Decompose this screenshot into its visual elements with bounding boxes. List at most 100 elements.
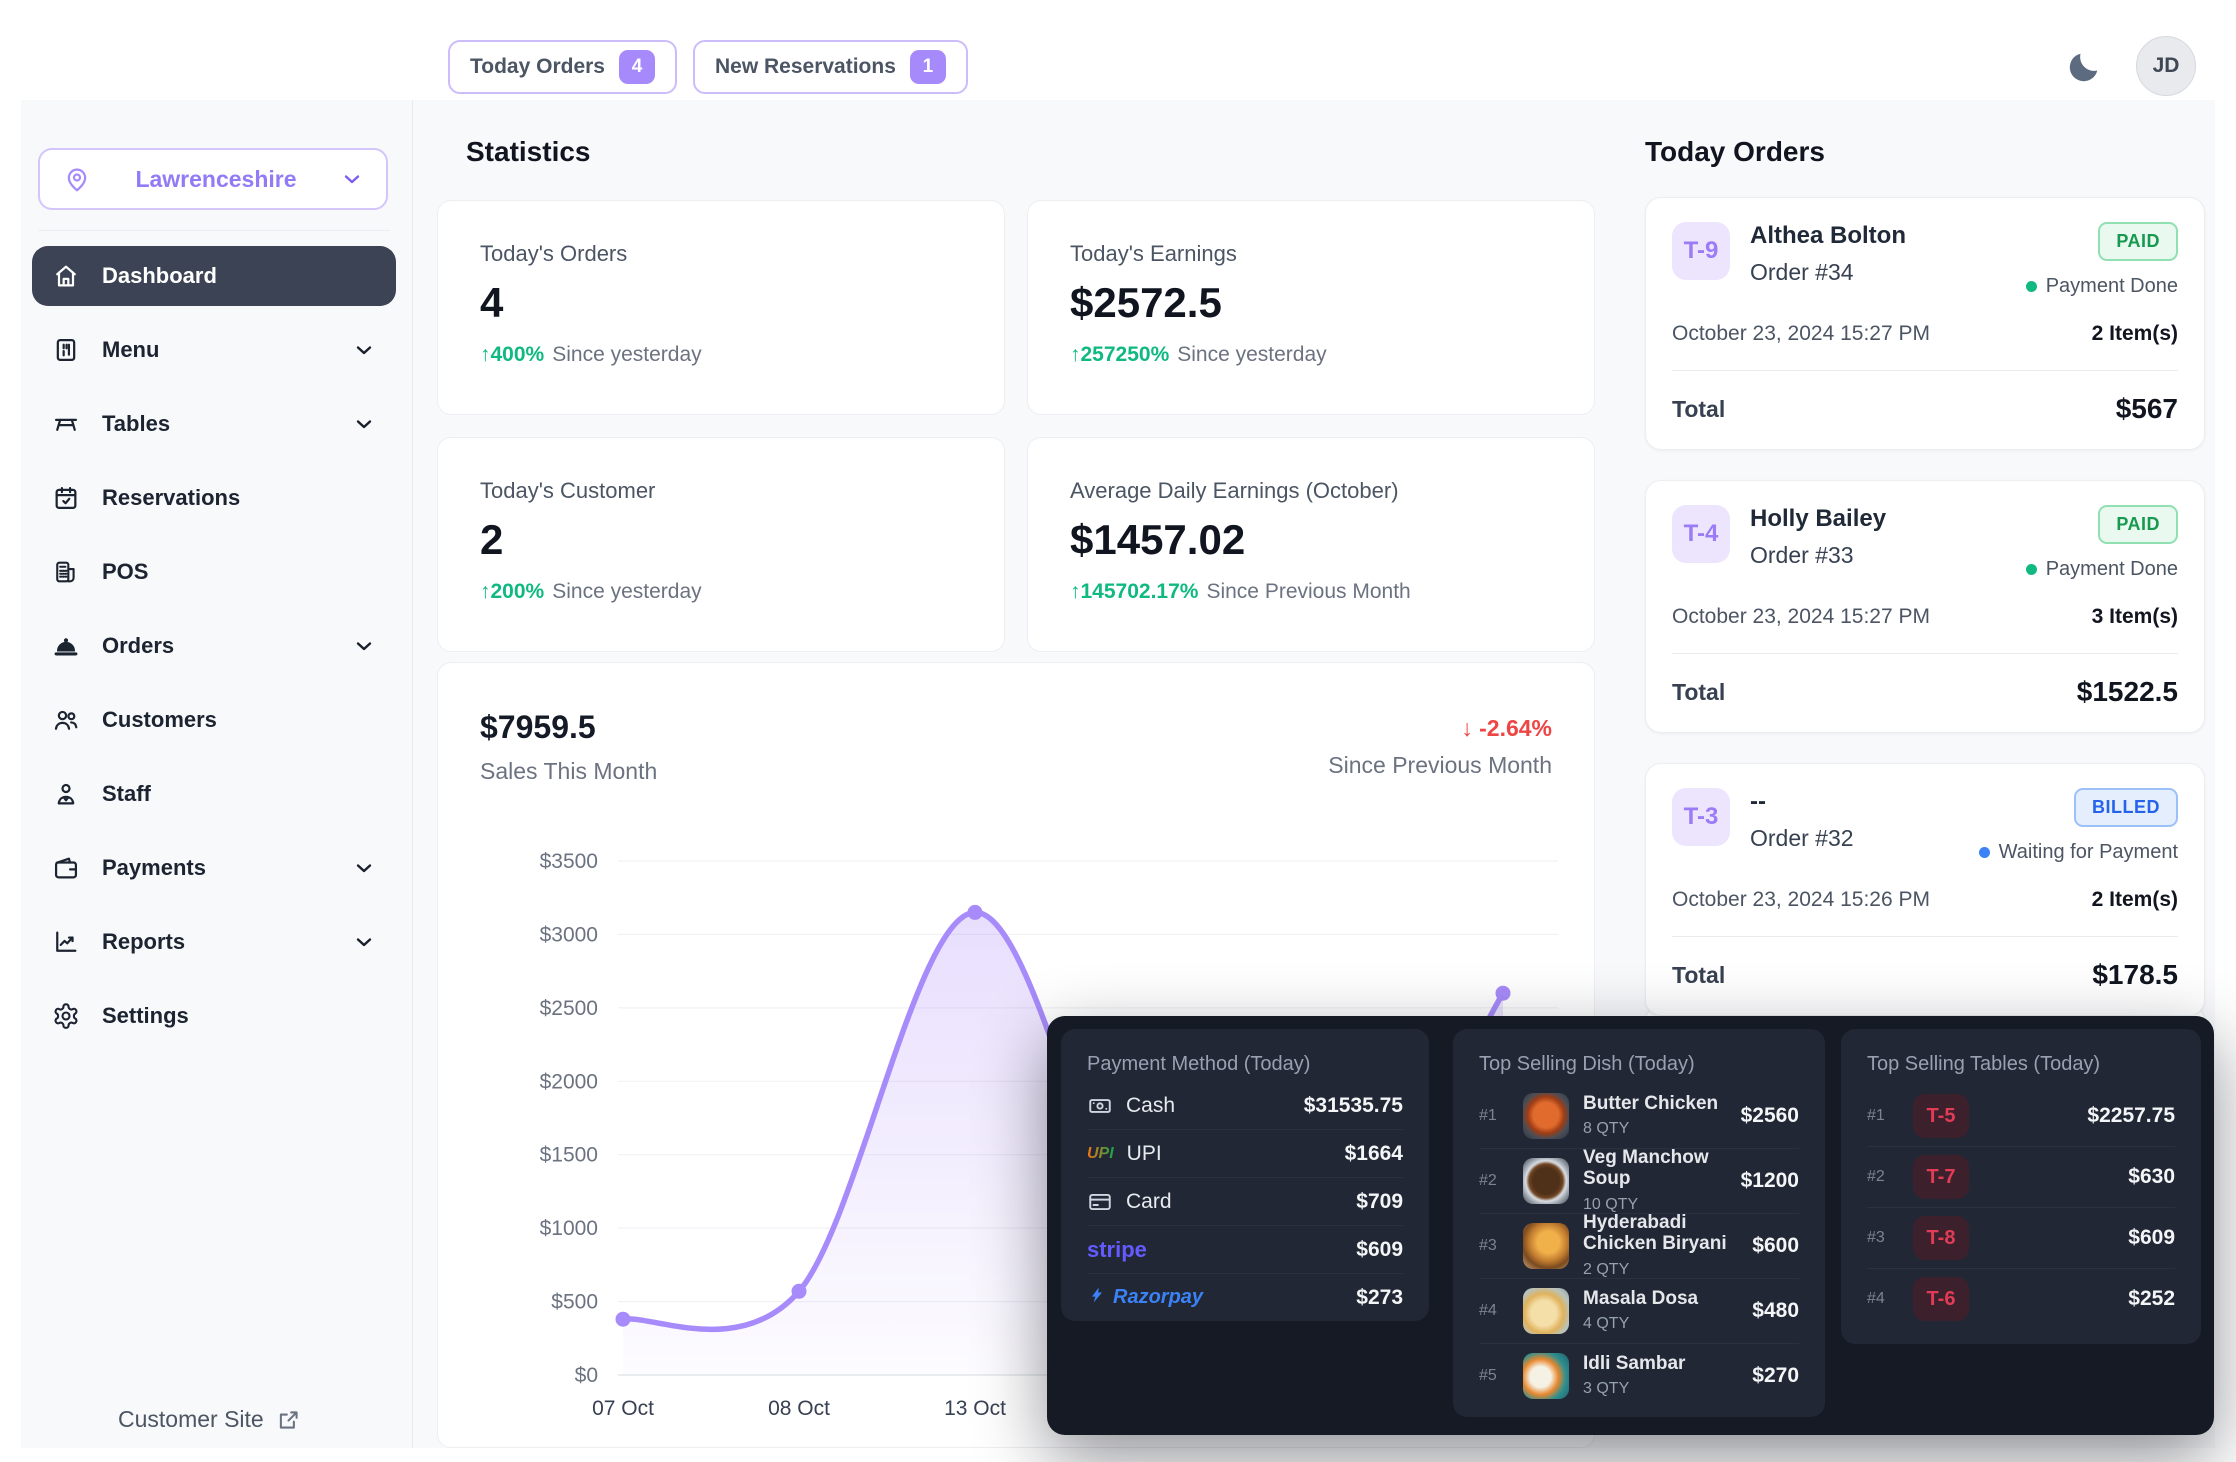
location-label: Lawrenceshire	[92, 166, 340, 193]
dish-info: Idli Sambar 3 QTY	[1583, 1354, 1685, 1399]
order-total-label: Total	[1672, 679, 1725, 706]
up-arrow-icon: ↑145702.17%	[1070, 580, 1198, 604]
dish-quantity: 8 QTY	[1583, 1120, 1718, 1138]
table-id-badge: T-8	[1913, 1216, 1969, 1260]
stat-card-title: Today's Customer	[480, 478, 962, 504]
chevron-down-icon	[340, 167, 364, 191]
dish-info: Veg Manchow Soup 10 QTY	[1583, 1148, 1727, 1214]
dish-quantity: 4 QTY	[1583, 1315, 1698, 1333]
dish-rank: #2	[1479, 1172, 1509, 1190]
sidebar-item-menu[interactable]: Menu	[32, 320, 396, 380]
dish-thumbnail	[1523, 1093, 1569, 1139]
chevron-down-icon	[352, 338, 376, 362]
svg-text:$1500: $1500	[540, 1144, 598, 1167]
table-id-badge: T-7	[1913, 1155, 1969, 1199]
stat-card: Average Daily Earnings (October) $1457.0…	[1027, 437, 1595, 652]
svg-text:$500: $500	[551, 1291, 598, 1314]
calendar-check-icon	[52, 484, 80, 512]
sidebar-item-settings[interactable]: Settings	[32, 986, 396, 1046]
order-meta-row: October 23, 2024 15:26 PM 2 Item(s)	[1672, 888, 2178, 912]
today-orders-button-label: Today Orders	[470, 55, 605, 79]
order-item-count: 2 Item(s)	[2092, 888, 2178, 912]
sidebar-item-label: Reservations	[102, 485, 240, 511]
chevron-down-icon	[352, 856, 376, 880]
dark-mode-toggle[interactable]	[2056, 40, 2112, 96]
order-total-label: Total	[1672, 396, 1725, 423]
stat-card-title: Average Daily Earnings (October)	[1070, 478, 1552, 504]
chevron-down-icon	[352, 412, 376, 436]
table-amount: $630	[2128, 1165, 2175, 1189]
customer-site-link[interactable]: Customer Site	[118, 1406, 302, 1433]
dish-row: #4 Masala Dosa 4 QTY $480	[1479, 1279, 1799, 1344]
payment-rows: Cash $31535.75 UPIUPI $1664 Card $709 st…	[1087, 1082, 1403, 1321]
order-total-value: $1522.5	[2077, 676, 2178, 708]
dish-info: Masala Dosa 4 QTY	[1583, 1289, 1698, 1334]
table-id-badge: T-5	[1913, 1094, 1969, 1138]
external-link-icon	[276, 1407, 302, 1433]
order-number: Order #33	[1750, 542, 1886, 569]
location-selector[interactable]: Lawrenceshire	[38, 148, 388, 210]
dish-row: #1 Butter Chicken 8 QTY $2560	[1479, 1084, 1799, 1149]
today-orders-button[interactable]: Today Orders 4	[448, 40, 677, 94]
sidebar-item-reports[interactable]: Reports	[32, 912, 396, 972]
payment-row: Cash $31535.75	[1087, 1082, 1403, 1130]
payment-method-panel: Payment Method (Today) Cash $31535.75 UP…	[1061, 1029, 1429, 1321]
dish-name: Idli Sambar	[1583, 1354, 1685, 1375]
order-card[interactable]: T-4 Holly Bailey Order #33 PAID Payment …	[1645, 480, 2205, 733]
dish-rank: #4	[1479, 1302, 1509, 1320]
status-badge: PAID	[2098, 222, 2178, 261]
svg-text:$3500: $3500	[540, 850, 598, 873]
payment-amount: $1664	[1345, 1142, 1403, 1166]
order-card[interactable]: T-9 Althea Bolton Order #34 PAID Payment…	[1645, 197, 2205, 450]
table-rank: #1	[1867, 1107, 1897, 1125]
svg-text:$2500: $2500	[540, 997, 598, 1020]
table-icon	[52, 410, 80, 438]
stat-card: Today's Customer 2 ↑200% Since yesterday	[437, 437, 1005, 652]
payment-row: stripe $609	[1087, 1226, 1403, 1274]
dish-amount: $600	[1752, 1234, 1799, 1258]
sidebar-item-label: Orders	[102, 633, 174, 659]
dashboard-page: Today Orders 4 New Reservations 1 JD Law…	[0, 0, 2236, 1462]
sidebar-item-label: Reports	[102, 929, 185, 955]
sidebar-item-label: Settings	[102, 1003, 189, 1029]
status-note: Payment Done	[2026, 275, 2178, 298]
sidebar-item-tables[interactable]: Tables	[32, 394, 396, 454]
order-total-row: Total $567	[1672, 393, 2178, 425]
user-avatar[interactable]: JD	[2136, 36, 2196, 96]
chart-icon	[52, 928, 80, 956]
cash-icon	[1087, 1093, 1113, 1119]
dish-row: #5 Idli Sambar 3 QTY $270	[1479, 1344, 1799, 1408]
stat-card-value: $1457.02	[1070, 516, 1552, 564]
order-identity: -- Order #32	[1750, 788, 1854, 852]
dish-amount: $270	[1752, 1364, 1799, 1388]
table-amount: $2257.75	[2087, 1104, 2175, 1128]
dish-thumbnail	[1523, 1223, 1569, 1269]
status-dot-icon	[2026, 281, 2037, 292]
stat-card-title: Today's Orders	[480, 241, 962, 267]
order-datetime: October 23, 2024 15:27 PM	[1672, 605, 1930, 629]
sidebar-item-label: Payments	[102, 855, 206, 881]
customer-name: Althea Bolton	[1750, 222, 1906, 250]
razorpay-bolt-icon	[1087, 1285, 1107, 1311]
sidebar-nav: Dashboard Menu Tables Reservations POS O…	[32, 246, 396, 1046]
dish-rows: #1 Butter Chicken 8 QTY $2560 #2 Veg Man…	[1479, 1084, 1799, 1408]
dish-name: Masala Dosa	[1583, 1289, 1698, 1310]
new-reservations-button[interactable]: New Reservations 1	[693, 40, 968, 94]
sidebar-item-staff[interactable]: Staff	[32, 764, 396, 824]
sidebar-item-customers[interactable]: Customers	[32, 690, 396, 750]
order-card[interactable]: T-3 -- Order #32 BILLED Waiting for Paym…	[1645, 763, 2205, 1016]
sidebar-item-reservations[interactable]: Reservations	[32, 468, 396, 528]
sidebar-item-label: Staff	[102, 781, 151, 807]
sidebar-item-payments[interactable]: Payments	[32, 838, 396, 898]
sidebar-item-pos[interactable]: POS	[32, 542, 396, 602]
dish-thumbnail	[1523, 1353, 1569, 1399]
dish-rank: #1	[1479, 1107, 1509, 1125]
order-total-value: $567	[2116, 393, 2178, 425]
sidebar-item-dashboard[interactable]: Dashboard	[32, 246, 396, 306]
sidebar-item-orders[interactable]: Orders	[32, 616, 396, 676]
payment-amount: $273	[1356, 1286, 1403, 1310]
table-row: #4 T-6 $252	[1867, 1269, 2175, 1329]
dish-row: #3 Hyderabadi Chicken Biryani 2 QTY $600	[1479, 1214, 1799, 1279]
order-status-block: BILLED Waiting for Payment	[1979, 788, 2178, 864]
sidebar-divider	[38, 230, 390, 231]
